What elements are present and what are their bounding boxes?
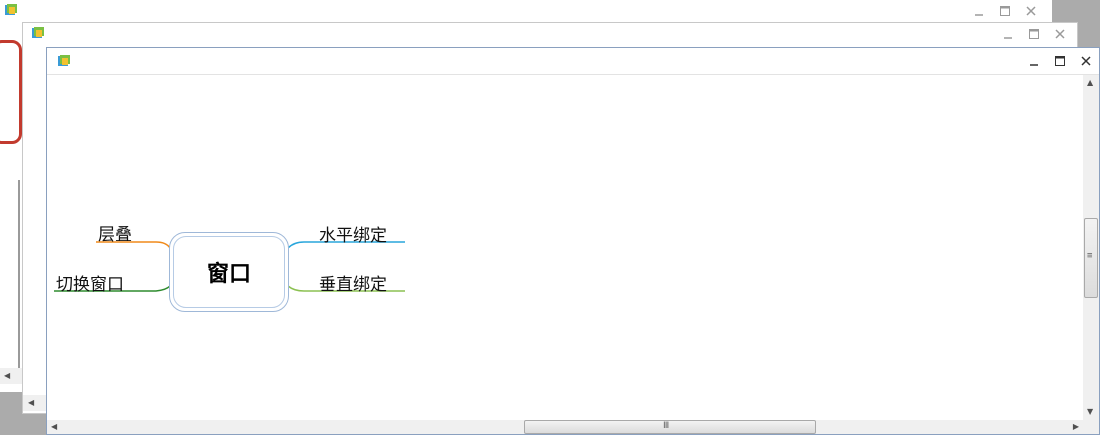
maximize-button[interactable] [1047, 50, 1073, 72]
minimize-icon [1004, 37, 1012, 39]
vertical-scrollbar[interactable]: ▲ ≡ ▼ [1083, 75, 1099, 420]
outer-horizontal-scrollbar[interactable]: ◀ [0, 368, 22, 384]
horizontal-scroll-thumb[interactable]: Ⅲ [524, 420, 816, 434]
close-button[interactable] [1073, 50, 1099, 72]
scrollbar-corner [1083, 420, 1099, 434]
vertical-thumb-grip: ≡ [1087, 251, 1093, 261]
topic-horizontal-tile[interactable]: 水平绑定 [319, 221, 387, 246]
maximize-icon [1029, 29, 1039, 39]
topic-switch-window[interactable]: 切换窗口 [56, 270, 124, 295]
close-button[interactable] [1047, 23, 1073, 45]
maximize-icon [1000, 6, 1010, 16]
front-titlebar[interactable] [47, 48, 1099, 75]
minimize-button[interactable] [966, 0, 992, 22]
app-icon [5, 4, 17, 15]
mindmap-canvas[interactable]: 层叠 切换窗口 水平绑定 垂直绑定 窗口 [48, 76, 1083, 420]
scroll-down-icon[interactable]: ▼ [1087, 408, 1093, 416]
horizontal-scrollbar[interactable]: ◀ Ⅲ ▶ [47, 420, 1083, 434]
vertical-scroll-thumb[interactable]: ≡ [1084, 218, 1098, 298]
maximize-button[interactable] [992, 0, 1018, 22]
horizontal-thumb-grip: Ⅲ [663, 421, 670, 431]
scroll-left-icon[interactable]: ◀ [51, 423, 57, 431]
central-topic-label: 窗口 [173, 236, 285, 308]
front-window: 层叠 切换窗口 水平绑定 垂直绑定 窗口 ▲ ≡ ▼ ◀ Ⅲ ▶ [46, 47, 1100, 435]
central-topic[interactable]: 窗口 [169, 232, 289, 312]
maximize-icon [1055, 56, 1065, 66]
minimize-button[interactable] [1021, 50, 1047, 72]
close-icon [1055, 29, 1065, 39]
topic-vertical-tile[interactable]: 垂直绑定 [319, 270, 387, 295]
outer-titlebar[interactable] [0, 0, 1052, 22]
app-icon [32, 27, 44, 38]
outer-window-controls [966, 0, 1044, 22]
middle-titlebar[interactable] [23, 23, 1077, 45]
front-window-controls [1021, 50, 1099, 72]
minimize-icon [975, 14, 983, 16]
minimize-icon [1030, 64, 1038, 66]
scroll-up-icon[interactable]: ▲ [1087, 79, 1093, 87]
scroll-right-icon[interactable]: ▶ [1073, 423, 1079, 431]
scroll-left-icon[interactable]: ◀ [4, 372, 10, 380]
minimize-button[interactable] [995, 23, 1021, 45]
maximize-button[interactable] [1021, 23, 1047, 45]
background-topic-fragment [0, 40, 22, 144]
close-button[interactable] [1018, 0, 1044, 22]
close-icon [1026, 6, 1036, 16]
app-icon [58, 55, 70, 66]
topic-cascade[interactable]: 层叠 [98, 220, 132, 245]
scroll-left-icon[interactable]: ◀ [28, 399, 34, 407]
middle-window-controls [995, 23, 1073, 45]
outer-divider [18, 180, 20, 370]
close-icon [1081, 56, 1091, 66]
